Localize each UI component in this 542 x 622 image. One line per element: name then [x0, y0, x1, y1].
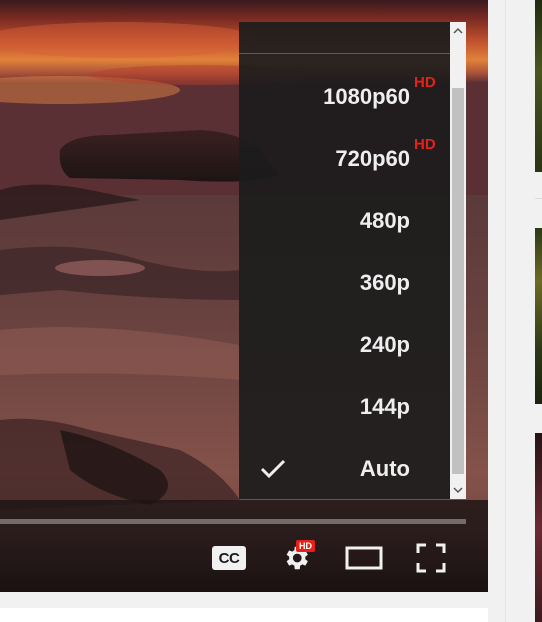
scrollbar-thumb[interactable]: [452, 88, 464, 474]
quality-label: 240p: [359, 332, 410, 357]
quality-option-240p[interactable]: 240p: [239, 314, 450, 376]
menu-scrollbar[interactable]: [450, 22, 466, 499]
column-divider: [505, 0, 506, 622]
below-player-area: [0, 608, 488, 622]
quality-option-360p[interactable]: 360p: [239, 252, 450, 314]
fullscreen-button[interactable]: [411, 540, 451, 576]
video-player[interactable]: CC HD 1080p60 HD 720p60 HD 480p 360p 240…: [0, 0, 488, 592]
hd-badge: HD: [414, 74, 436, 91]
settings-button[interactable]: HD: [276, 540, 316, 576]
quality-label: 480p: [359, 208, 410, 233]
quality-label: 720p60 HD: [335, 136, 436, 171]
subtitles-button[interactable]: CC: [209, 540, 249, 576]
quality-menu: 1080p60 HD 720p60 HD 480p 360p 240p 144p A…: [239, 22, 450, 499]
quality-option-144p[interactable]: 144p: [239, 376, 450, 438]
menu-divider: [239, 53, 450, 54]
hd-badge: HD: [296, 540, 315, 552]
scroll-down-arrow-icon[interactable]: [450, 481, 466, 499]
related-video-thumbnail[interactable]: [535, 433, 542, 622]
quality-option-auto[interactable]: Auto: [239, 438, 450, 499]
quality-option-720p60[interactable]: 720p60 HD: [239, 128, 450, 190]
hd-badge: HD: [414, 136, 436, 153]
quality-label: 144p: [359, 394, 410, 419]
theater-mode-button[interactable]: [344, 540, 384, 576]
quality-label: 360p: [359, 270, 410, 295]
menu-scroll-hint: [313, 22, 373, 30]
quality-label: Auto: [359, 456, 410, 481]
quality-label: 1080p60 HD: [323, 74, 436, 109]
related-video-thumbnail[interactable]: [535, 0, 542, 172]
related-video-thumbnail[interactable]: [535, 228, 542, 404]
scroll-up-arrow-icon[interactable]: [450, 22, 466, 40]
fullscreen-icon: [416, 543, 446, 573]
progress-bar[interactable]: [0, 519, 466, 524]
section-divider: [535, 198, 542, 199]
theater-mode-icon: [345, 546, 383, 570]
checkmark-icon: [260, 459, 286, 479]
cc-icon: CC: [212, 546, 246, 570]
quality-option-480p[interactable]: 480p: [239, 190, 450, 252]
quality-option-1080p60[interactable]: 1080p60 HD: [239, 66, 450, 128]
